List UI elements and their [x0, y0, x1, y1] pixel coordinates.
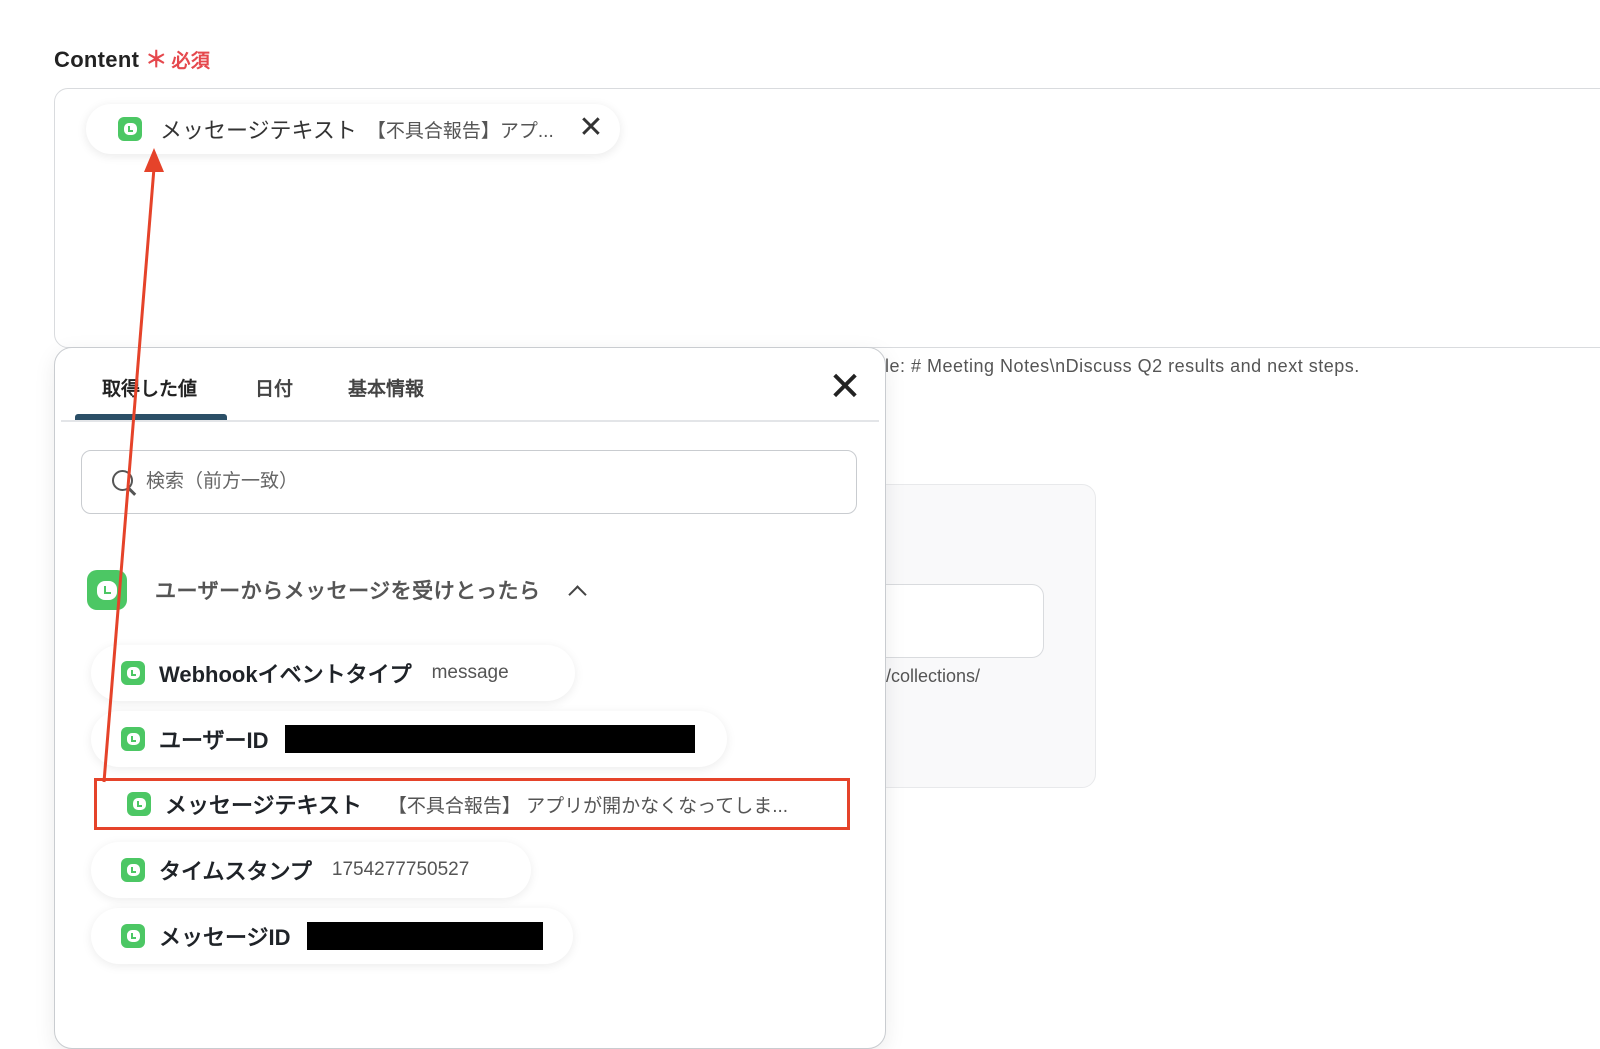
content-label-text: Content: [54, 47, 140, 72]
token-remove-icon[interactable]: ✕: [578, 113, 604, 143]
token-label: メッセージテキスト: [160, 118, 357, 143]
line-icon: [121, 924, 145, 948]
item-label: メッセージID: [159, 925, 291, 950]
tab-basic-info[interactable]: 基本情報: [348, 374, 424, 401]
group-title: ユーザーからメッセージを受けとったら: [155, 580, 541, 603]
token-value: 【不具合報告】アプ...: [366, 120, 554, 142]
value-item-webhook-event-type[interactable]: Webhookイベントタイプ message: [91, 645, 575, 701]
item-value: 【不具合報告】 アプリが開かなくなってしま...: [387, 795, 789, 817]
required-star-icon: ＊: [145, 47, 168, 72]
item-label: ユーザーID: [159, 728, 269, 753]
line-icon: [121, 858, 145, 882]
background-input[interactable]: [860, 584, 1044, 658]
picker-tabs: 取得した値 日付 基本情報: [55, 348, 885, 422]
value-item-message-text[interactable]: メッセージテキスト 【不具合報告】 アプリが開かなくなってしま...: [94, 778, 850, 830]
chevron-up-icon[interactable]: [567, 584, 587, 604]
redacted-value: [284, 725, 695, 753]
search-box[interactable]: [81, 450, 857, 514]
value-item-message-id[interactable]: メッセージID: [91, 908, 573, 964]
item-value: 1754277750527: [331, 859, 470, 880]
line-icon: [118, 117, 142, 141]
redacted-value: [306, 922, 543, 950]
line-icon: [121, 661, 145, 685]
line-icon: [87, 570, 127, 610]
item-label: メッセージテキスト: [165, 793, 362, 818]
field-hint-text: le: # Meeting Notes\nDiscuss Q2 results …: [885, 356, 1360, 376]
value-picker-popup: 取得した値 日付 基本情報 ✕ ユーザーからメッセージを受けとったら Webho…: [54, 347, 886, 1049]
content-token-chip[interactable]: メッセージテキスト 【不具合報告】アプ... ✕: [86, 104, 620, 154]
item-label: Webhookイベントタイプ: [159, 662, 412, 687]
value-item-user-id[interactable]: ユーザーID: [91, 711, 727, 767]
search-input[interactable]: [144, 470, 788, 494]
tab-date[interactable]: 日付: [255, 374, 293, 401]
tab-acquired-values[interactable]: 取得した値: [102, 374, 197, 401]
required-badge: 必須: [171, 51, 211, 72]
item-value: message: [431, 662, 509, 683]
line-icon: [127, 792, 151, 816]
item-label: タイムスタンプ: [159, 859, 312, 884]
close-icon[interactable]: ✕: [827, 367, 863, 407]
background-url-hint: i/collections/: [882, 666, 981, 686]
value-item-timestamp[interactable]: タイムスタンプ 1754277750527: [91, 842, 531, 898]
trigger-group-header[interactable]: ユーザーからメッセージを受けとったら: [87, 570, 587, 610]
line-icon: [121, 727, 145, 751]
tabs-divider: [61, 420, 879, 422]
search-icon: [110, 468, 138, 496]
content-field-label: Content ＊必須: [54, 42, 210, 74]
